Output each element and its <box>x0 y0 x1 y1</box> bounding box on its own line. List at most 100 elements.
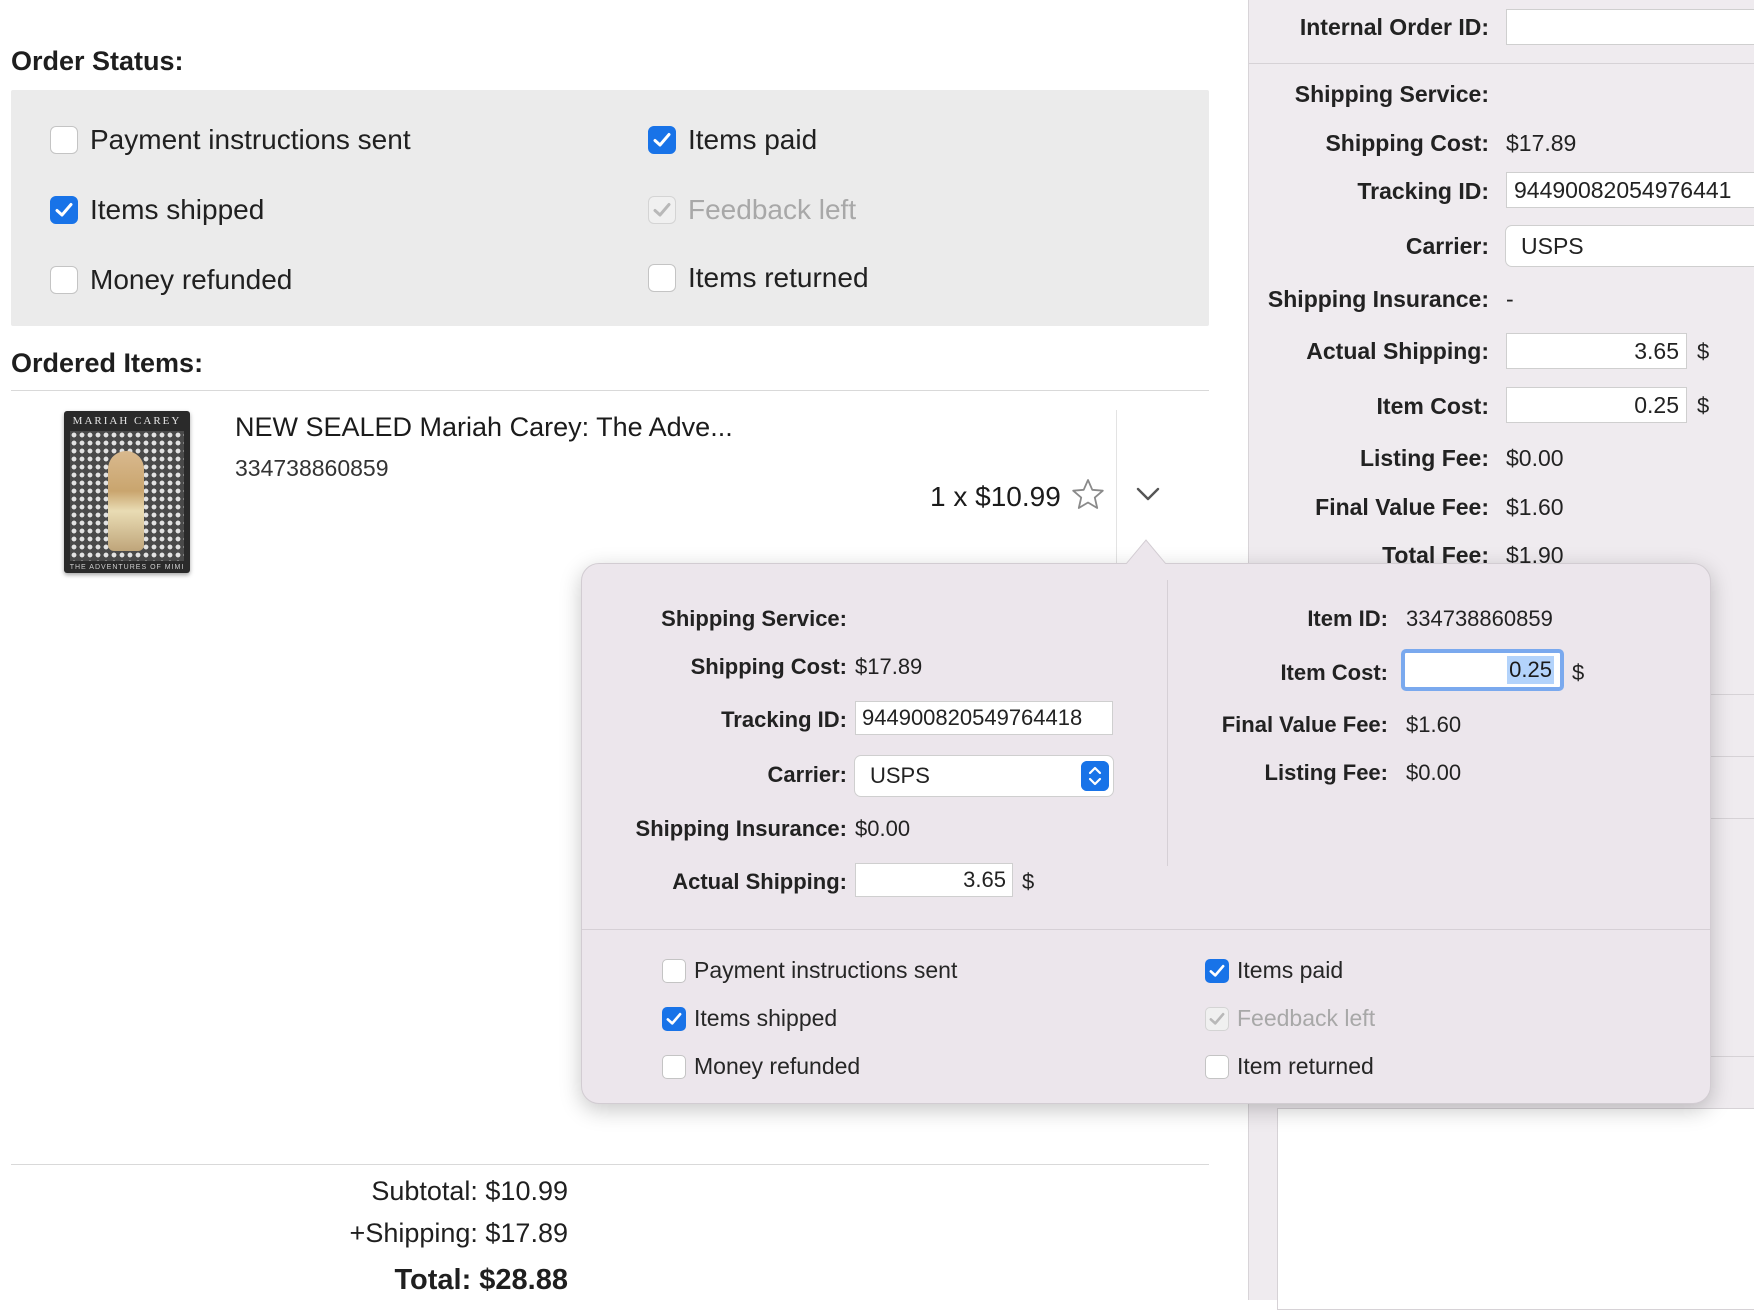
popover-shipping-cost-label: Shipping Cost: <box>690 654 847 679</box>
popover-listing-fee-label: Listing Fee: <box>1264 760 1388 785</box>
carrier-label: Carrier: <box>1405 233 1489 259</box>
notes-area[interactable] <box>1277 1108 1754 1310</box>
item-thumbnail[interactable]: MARIAH CAREY THE ADVENTURES OF MIMI <box>64 411 190 573</box>
shipping-insurance-label: Shipping Insurance: <box>1267 286 1489 312</box>
shipping-total: +Shipping: $17.89 <box>349 1218 568 1248</box>
checkbox-label: Payment instructions sent <box>90 124 411 155</box>
checkbox-label: Items shipped <box>90 194 265 225</box>
checkbox-items-shipped[interactable]: Items shipped <box>50 194 264 226</box>
tracking-id-field[interactable]: 94490082054976441 <box>1506 172 1754 208</box>
popover-checkbox-feedback-left[interactable]: Feedback left <box>1205 1005 1375 1032</box>
currency-symbol: $ <box>1022 869 1035 894</box>
final-value-fee-value: $1.60 <box>1506 494 1564 520</box>
checkbox-label: Item returned <box>1237 1053 1374 1079</box>
divider <box>582 929 1710 930</box>
thumbnail-figure <box>108 451 144 551</box>
shipping-insurance-value: - <box>1506 286 1514 312</box>
item-id: 334738860859 <box>235 455 389 481</box>
checkbox-items-paid[interactable]: Items paid <box>648 124 817 156</box>
item-cost-field[interactable]: 0.25 <box>1506 387 1687 423</box>
checkmark-icon <box>666 1012 682 1025</box>
final-value-fee-label: Final Value Fee: <box>1315 494 1489 520</box>
chevron-down-icon[interactable] <box>1134 482 1162 506</box>
popover-item-cost-field[interactable]: 0.25 <box>1401 649 1564 691</box>
currency-symbol: $ <box>1697 393 1710 418</box>
star-icon[interactable] <box>1070 477 1106 513</box>
checkbox-box[interactable] <box>50 266 78 294</box>
divider <box>1167 580 1168 866</box>
up-down-stepper-icon[interactable] <box>1081 761 1109 791</box>
checkbox-box[interactable] <box>662 958 686 983</box>
selected-text: 0.25 <box>1507 656 1554 684</box>
carrier-select[interactable]: USPS <box>1505 225 1754 267</box>
checkbox-payment-instructions-sent[interactable]: Payment instructions sent <box>50 124 411 156</box>
popover-checkbox-item-returned[interactable]: Item returned <box>1205 1053 1374 1080</box>
order-total: Total: $28.88 <box>394 1264 568 1296</box>
popover-checkbox-items-paid[interactable]: Items paid <box>1205 957 1343 984</box>
popover-carrier-value: USPS <box>870 763 930 788</box>
checkmark-icon <box>1209 1012 1225 1025</box>
checkbox-box[interactable] <box>1205 1006 1229 1031</box>
item-details-popover: Shipping Service: Shipping Cost: $17.89 … <box>581 563 1711 1104</box>
thumbnail-footer: THE ADVENTURES OF MIMI <box>69 564 185 571</box>
popover-arrow <box>1126 539 1166 564</box>
currency-symbol: $ <box>1697 339 1710 364</box>
popover-item-id-value: 334738860859 <box>1406 606 1553 631</box>
checkmark-icon <box>55 203 73 217</box>
checkbox-label: Feedback left <box>1237 1005 1376 1031</box>
checkmark-icon <box>653 203 671 217</box>
checkbox-box[interactable] <box>662 1054 686 1079</box>
shipping-cost-value: $17.89 <box>1506 130 1577 156</box>
popover-shipping-insurance-label: Shipping Insurance: <box>635 816 847 841</box>
popover-tracking-id-field[interactable]: 944900820549764418 <box>855 701 1113 735</box>
checkbox-box[interactable] <box>648 126 676 154</box>
checkbox-box[interactable] <box>648 196 676 224</box>
order-status-title: Order Status: <box>11 46 184 76</box>
checkbox-label: Money refunded <box>90 264 293 295</box>
popover-final-value-fee-label: Final Value Fee: <box>1221 712 1388 737</box>
checkbox-box[interactable] <box>1205 958 1229 983</box>
checkbox-label: Items shipped <box>694 1005 838 1031</box>
checkbox-money-refunded[interactable]: Money refunded <box>50 264 292 296</box>
internal-order-id-field[interactable] <box>1506 9 1754 45</box>
divider <box>1249 63 1754 64</box>
checkbox-label: Items paid <box>688 124 818 155</box>
item-title: NEW SEALED Mariah Carey: The Adve... <box>235 412 733 442</box>
popover-checkbox-money-refunded[interactable]: Money refunded <box>662 1053 860 1080</box>
checkmark-icon <box>653 133 671 147</box>
popover-shipping-service-label: Shipping Service: <box>661 606 847 631</box>
listing-fee-value: $0.00 <box>1506 445 1564 471</box>
checkbox-box[interactable] <box>50 126 78 154</box>
checkbox-label: Items returned <box>688 262 869 293</box>
item-cost-label: Item Cost: <box>1376 393 1489 419</box>
ordered-items-title: Ordered Items: <box>11 348 204 378</box>
checkmark-icon <box>1209 964 1225 977</box>
internal-order-id-label: Internal Order ID: <box>1299 14 1489 40</box>
popover-final-value-fee-value: $1.60 <box>1406 712 1462 737</box>
checkbox-label: Items paid <box>1237 957 1344 983</box>
checkbox-box[interactable] <box>648 264 676 292</box>
divider <box>11 1164 1209 1165</box>
popover-item-id-label: Item ID: <box>1307 606 1388 631</box>
popover-carrier-select[interactable]: USPS <box>854 755 1114 797</box>
order-status-box: Payment instructions sent Items shipped … <box>11 90 1209 326</box>
checkbox-items-returned[interactable]: Items returned <box>648 262 869 294</box>
actual-shipping-field[interactable]: 3.65 <box>1506 333 1687 369</box>
checkbox-box[interactable] <box>662 1006 686 1031</box>
tracking-id-label: Tracking ID: <box>1357 178 1489 204</box>
listing-fee-label: Listing Fee: <box>1359 445 1489 471</box>
popover-checkbox-payment-instructions-sent[interactable]: Payment instructions sent <box>662 957 957 984</box>
checkbox-label: Money refunded <box>694 1053 861 1079</box>
popover-item-cost-label: Item Cost: <box>1280 660 1388 685</box>
popover-checkbox-items-shipped[interactable]: Items shipped <box>662 1005 837 1032</box>
checkbox-box[interactable] <box>1205 1054 1229 1079</box>
popover-actual-shipping-field[interactable]: 3.65 <box>855 863 1013 897</box>
popover-listing-fee-value: $0.00 <box>1406 760 1462 785</box>
checkbox-box[interactable] <box>50 196 78 224</box>
thumbnail-brand: MARIAH CAREY <box>72 415 182 427</box>
checkbox-feedback-left[interactable]: Feedback left <box>648 194 856 226</box>
divider <box>11 390 1209 391</box>
popover-carrier-label: Carrier: <box>767 762 847 787</box>
shipping-service-label: Shipping Service: <box>1294 81 1489 107</box>
shipping-cost-label: Shipping Cost: <box>1325 130 1489 156</box>
